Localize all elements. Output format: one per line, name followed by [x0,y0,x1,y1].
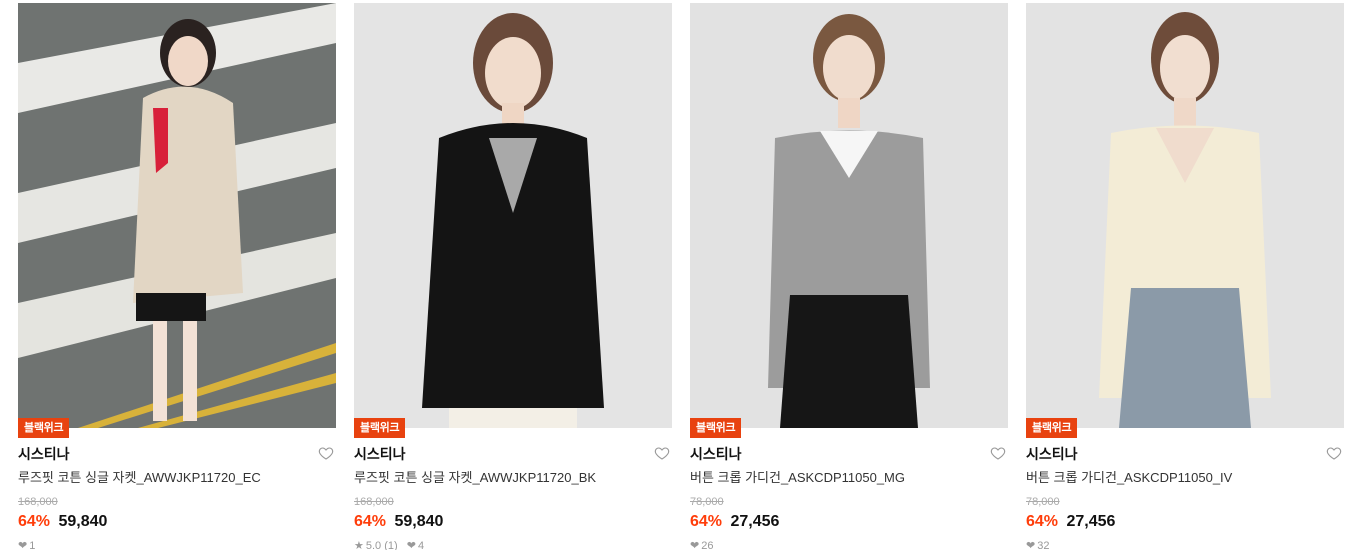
product-name[interactable]: 버튼 크롭 가디건_ASKCDP11050_MG [690,470,1008,486]
like-count: 26 [701,540,714,550]
promo-badge: 블랙위크 [690,418,742,438]
original-price: 168,000 [18,496,58,508]
original-price: 78,000 [690,496,724,508]
original-price: 78,000 [1026,496,1060,508]
brand-name[interactable]: 시스티나 [1026,444,1344,464]
heart-icon[interactable] [654,445,670,461]
discount-rate: 64% [354,513,387,530]
product-card[interactable]: 블랙위크 시스티나 버튼 크롭 가디건_ASKCDP11050_IV 78,00… [1026,3,1344,550]
product-image[interactable] [690,3,1008,428]
like-icon: ❤ [1026,540,1036,550]
product-card[interactable]: 블랙위크 시스티나 버튼 크롭 가디건_ASKCDP11050_MG 78,00… [690,3,1008,550]
heart-icon[interactable] [1326,445,1342,461]
product-card[interactable]: 블랙위크 시스티나 루즈핏 코튼 싱글 자켓_AWWJKP11720_EC 16… [18,3,336,550]
like-icon: ❤ [406,540,416,550]
heart-icon[interactable] [990,445,1006,461]
product-image[interactable] [18,3,336,428]
product-name[interactable]: 루즈핏 코튼 싱글 자켓_AWWJKP11720_BK [354,470,672,486]
product-grid: 블랙위크 시스티나 루즈핏 코튼 싱글 자켓_AWWJKP11720_EC 16… [0,0,1353,550]
sale-price: 59,840 [394,513,444,530]
sale-price: 59,840 [58,513,108,530]
rating-value: 5.0 [365,540,382,550]
product-photo-ivory-cardigan [1026,3,1344,428]
product-image[interactable] [354,3,672,428]
review-count: (1) [384,540,398,550]
promo-badge: 블랙위크 [18,418,70,438]
like-count: 1 [29,540,36,550]
brand-name[interactable]: 시스티나 [18,444,336,464]
brand-name[interactable]: 시스티나 [690,444,1008,464]
product-photo-black-jacket [354,3,672,428]
promo-badge: 블랙위크 [1026,418,1078,438]
sale-price: 27,456 [730,513,780,530]
product-image[interactable] [1026,3,1344,428]
product-photo-grey-cardigan [690,3,1008,428]
product-card[interactable]: 블랙위크 시스티나 루즈핏 코튼 싱글 자켓_AWWJKP11720_BK 16… [354,3,672,550]
like-count: 32 [1037,540,1050,550]
brand-name[interactable]: 시스티나 [354,444,672,464]
like-icon: ❤ [690,540,700,550]
original-price: 168,000 [354,496,394,508]
sale-price: 27,456 [1066,513,1116,530]
promo-badge: 블랙위크 [354,418,406,438]
product-name[interactable]: 버튼 크롭 가디건_ASKCDP11050_IV [1026,470,1344,486]
like-icon: ❤ [18,540,28,550]
heart-icon[interactable] [318,445,334,461]
product-photo-beige-jacket [18,3,336,428]
discount-rate: 64% [1026,513,1059,530]
star-icon: ★ [354,540,364,550]
like-count: 4 [417,540,425,550]
discount-rate: 64% [18,513,51,530]
discount-rate: 64% [690,513,723,530]
product-name[interactable]: 루즈핏 코튼 싱글 자켓_AWWJKP11720_EC [18,470,336,486]
